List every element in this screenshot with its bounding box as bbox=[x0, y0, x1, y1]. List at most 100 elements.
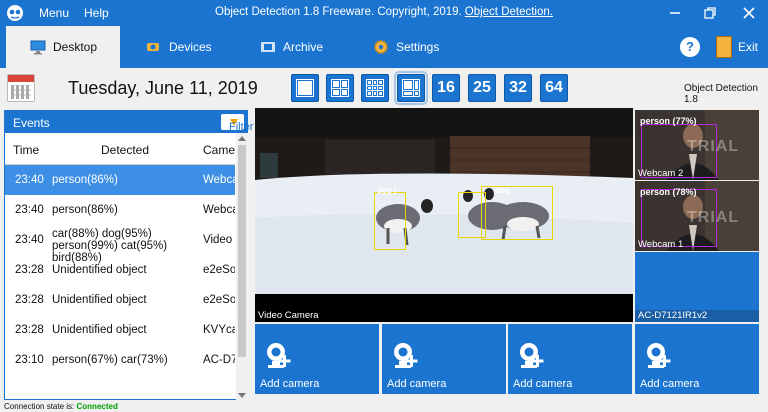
layout-16-button[interactable]: 16 bbox=[432, 74, 460, 102]
add-camera-tile[interactable]: Add camera bbox=[255, 324, 379, 394]
tab-desktop-label: Desktop bbox=[53, 40, 98, 54]
row-time: 23:28 bbox=[15, 264, 44, 276]
tab-devices-label: Devices bbox=[169, 40, 212, 54]
title-link[interactable]: Object Detection. bbox=[465, 6, 553, 18]
row-time: 23:10 bbox=[15, 354, 44, 366]
tab-settings-label: Settings bbox=[396, 40, 440, 54]
events-scrollbar[interactable] bbox=[236, 133, 248, 401]
row-camera: e2eSoft bbox=[203, 294, 235, 306]
status-bar: Connection state is: Connected bbox=[4, 402, 118, 411]
close-icon[interactable] bbox=[740, 4, 758, 22]
window-title-text: Object Detection 1.8 Freeware. Copyright… bbox=[215, 6, 462, 18]
add-camera-tile[interactable]: Add camera bbox=[635, 324, 759, 394]
tab-desktop[interactable]: Desktop bbox=[6, 26, 120, 68]
trial-watermark: TRIAL bbox=[687, 209, 740, 226]
trial-watermark: TRIAL bbox=[687, 138, 740, 155]
add-camera-label: Add camera bbox=[513, 378, 573, 390]
add-camera-label: Add camera bbox=[640, 378, 700, 390]
events-header: Events Filter bbox=[5, 111, 253, 133]
row-camera: KVYcam bbox=[203, 324, 235, 336]
layout-1-button[interactable] bbox=[291, 74, 319, 102]
tab-settings[interactable]: Settings bbox=[373, 26, 439, 68]
calendar-icon[interactable] bbox=[7, 74, 35, 102]
row-time: 23:40 bbox=[15, 204, 44, 216]
main-video-view[interactable]: dog ( dog Video Camera bbox=[255, 108, 633, 322]
add-camera-tile[interactable]: Add camera bbox=[508, 324, 632, 394]
table-row[interactable]: 23:28 Unidentified object e2eSoft bbox=[5, 255, 235, 285]
scroll-up-icon[interactable] bbox=[238, 136, 246, 141]
restore-icon[interactable] bbox=[701, 4, 719, 22]
events-column-headers: Time Detected Camera bbox=[5, 133, 235, 165]
events-title: Events bbox=[13, 116, 50, 130]
add-camera-icon bbox=[520, 343, 544, 368]
minimize-icon[interactable] bbox=[666, 4, 684, 22]
row-camera: Video Camera bbox=[203, 234, 235, 246]
filter-button[interactable]: Filter bbox=[221, 114, 253, 133]
scrollbar-thumb[interactable] bbox=[238, 145, 246, 357]
table-row[interactable]: 23:40 person(86%) Webcam 1 bbox=[5, 195, 235, 225]
help-button[interactable]: ? bbox=[680, 37, 700, 57]
detection-label: person (78%) bbox=[640, 187, 697, 197]
connection-status: Connected bbox=[76, 402, 118, 411]
column-time[interactable]: Time bbox=[13, 143, 39, 157]
add-camera-tile[interactable]: Add camera bbox=[382, 324, 506, 394]
layout-4-button[interactable] bbox=[326, 74, 354, 102]
layout-64-button[interactable]: 64 bbox=[540, 74, 568, 102]
row-time: 23:28 bbox=[15, 294, 44, 306]
layout-32-button[interactable]: 32 bbox=[504, 74, 532, 102]
table-row[interactable]: 23:40 car(88%) dog(95%) person(99%) cat(… bbox=[5, 225, 235, 264]
exit-button[interactable]: Exit bbox=[716, 36, 758, 58]
tab-devices[interactable]: Devices bbox=[146, 26, 212, 68]
layout-1-icon bbox=[296, 79, 314, 97]
webcam-1-label: Webcam 1 bbox=[638, 239, 684, 250]
layout-4-icon bbox=[331, 79, 349, 97]
layout-9-icon bbox=[366, 79, 384, 97]
title-bar: Menu Help Object Detection 1.8 Freeware.… bbox=[0, 0, 768, 26]
video-frame-image bbox=[255, 108, 633, 294]
ribbon: Desktop Devices Archive Settings bbox=[0, 26, 768, 68]
row-time: 23:40 bbox=[15, 234, 44, 246]
current-date: Tuesday, June 11, 2019 bbox=[68, 78, 258, 98]
column-camera[interactable]: Camera bbox=[203, 143, 235, 157]
row-time: 23:40 bbox=[15, 174, 44, 186]
tab-archive[interactable]: Archive bbox=[260, 26, 323, 68]
detection-box bbox=[481, 186, 553, 240]
main-camera-label: Video Camera bbox=[258, 310, 319, 321]
add-camera-icon bbox=[647, 343, 671, 368]
layout-6-button[interactable] bbox=[394, 71, 428, 105]
scroll-down-icon[interactable] bbox=[238, 393, 246, 398]
row-detected: person(67%) car(73%) bbox=[52, 354, 168, 366]
window-title: Object Detection 1.8 Freeware. Copyright… bbox=[0, 6, 768, 18]
events-panel: Events Filter Time Detected Camera 23:40… bbox=[4, 110, 253, 401]
row-detected: person(86%) bbox=[52, 174, 118, 186]
layout-9-button[interactable] bbox=[361, 74, 389, 102]
webcam-2-view[interactable]: TRIAL person (77%) Webcam 2 bbox=[635, 110, 759, 180]
status-prefix: Connection state is: bbox=[4, 402, 75, 411]
layout-25-button[interactable]: 25 bbox=[468, 74, 496, 102]
row-detected: Unidentified object bbox=[52, 324, 147, 336]
column-detected[interactable]: Detected bbox=[101, 143, 149, 157]
webcam-2-label: Webcam 2 bbox=[638, 168, 684, 179]
camera-icon bbox=[147, 43, 159, 51]
row-camera: AC-D7121IR1v2 bbox=[203, 354, 235, 366]
detection-label: dog ( bbox=[377, 186, 397, 195]
layout-6-icon bbox=[402, 79, 420, 97]
toolbar: Tuesday, June 11, 2019 16 25 32 64 Objec… bbox=[0, 68, 768, 108]
exit-label: Exit bbox=[738, 40, 759, 54]
table-row[interactable]: 23:28 Unidentified object e2eSoft bbox=[5, 285, 235, 315]
table-row[interactable]: 23:28 Unidentified object KVYcam bbox=[5, 315, 235, 345]
table-row[interactable]: 23:10 person(67%) car(73%) AC-D7121IR1v2 bbox=[5, 345, 235, 375]
row-camera: e2eSoft bbox=[203, 264, 235, 276]
ac-d7121ir1v2-view[interactable]: AC-D7121IR1v2 bbox=[635, 252, 759, 322]
film-icon bbox=[261, 42, 275, 52]
table-row[interactable]: 23:40 person(86%) Webcam 2 bbox=[5, 165, 235, 195]
monitor-icon bbox=[30, 40, 46, 55]
ac-d7121ir1v2-label: AC-D7121IR1v2 bbox=[638, 310, 708, 321]
detection-box bbox=[374, 192, 406, 250]
row-detected: Unidentified object bbox=[52, 294, 147, 306]
webcam-1-view[interactable]: TRIAL person (78%) Webcam 1 bbox=[635, 181, 759, 251]
detection-label: dog bbox=[495, 186, 510, 195]
gear-icon bbox=[374, 40, 388, 54]
detection-label: person (77%) bbox=[640, 116, 697, 126]
add-camera-label: Add camera bbox=[387, 378, 447, 390]
